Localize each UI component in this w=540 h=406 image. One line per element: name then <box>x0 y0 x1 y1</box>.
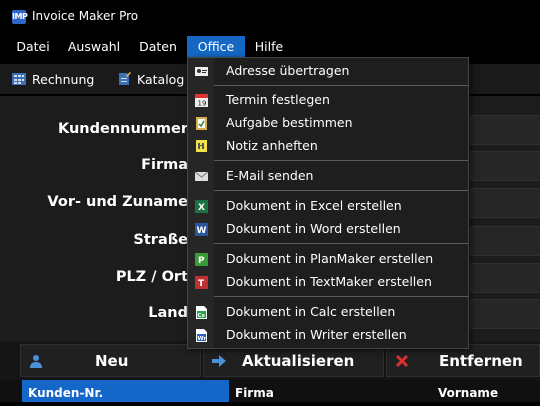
label-firma: Firma <box>141 157 188 173</box>
app-logo-icon: IMP <box>12 10 28 24</box>
office-menu-dropdown: Adresse übertragen 19 Termin festlegen A… <box>187 57 469 349</box>
column-firma[interactable]: Firma <box>229 380 432 402</box>
menu-item-textmaker[interactable]: T Dokument in TextMaker erstellen <box>188 271 468 293</box>
menu-auswahl[interactable]: Auswahl <box>62 36 126 58</box>
label-name: Vor- und Zuname <box>47 194 188 210</box>
invoice-icon <box>12 73 26 85</box>
menu-item-planmaker[interactable]: P Dokument in PlanMaker erstellen <box>188 248 468 270</box>
menu-item-label: Aufgabe bestimmen <box>226 115 353 130</box>
aktualisieren-label: Aktualisieren <box>242 352 355 370</box>
katalog-label: Katalog <box>137 71 185 87</box>
textmaker-icon: T <box>195 276 208 289</box>
calendar-icon: 19 <box>195 94 208 108</box>
envelope-icon <box>195 171 208 181</box>
menu-bar: Datei Auswahl Daten Office Hilfe <box>0 36 540 58</box>
menu-item-calc[interactable]: Cs Dokument in Calc erstellen <box>188 301 468 323</box>
delete-x-icon <box>396 355 408 367</box>
menu-item-label: Dokument in Writer erstellen <box>226 327 407 342</box>
katalog-button[interactable]: Katalog <box>117 68 184 90</box>
clipboard-icon <box>196 117 207 130</box>
menu-item-label: Dokument in PlanMaker erstellen <box>226 251 434 266</box>
customer-grid-header: Kunden-Nr. Firma Vorname <box>0 380 540 402</box>
svg-text:X: X <box>198 203 205 213</box>
menu-item-label: Dokument in TextMaker erstellen <box>226 274 432 289</box>
rechnung-label: Rechnung <box>32 71 95 87</box>
menu-item-aufgabe-bestimmen[interactable]: Aufgabe bestimmen <box>188 112 468 134</box>
kundennummer-input[interactable] <box>470 115 540 145</box>
label-plz-ort: PLZ / Ort <box>115 269 188 285</box>
menu-item-label: Dokument in Word erstellen <box>226 221 401 236</box>
menu-item-writer[interactable]: Wr Dokument in Writer erstellen <box>188 324 468 346</box>
svg-text:P: P <box>198 256 205 266</box>
svg-text:Cs: Cs <box>198 313 206 319</box>
strasse-input[interactable] <box>470 226 540 256</box>
menu-item-label: Dokument in Excel erstellen <box>226 198 402 213</box>
plz-ort-input[interactable] <box>470 263 540 293</box>
menu-separator <box>214 85 468 86</box>
menu-item-notiz-anheften[interactable]: Notiz anheften <box>188 135 468 157</box>
land-input[interactable] <box>470 299 540 329</box>
neu-button[interactable]: Neu <box>20 344 201 377</box>
menu-item-email-senden[interactable]: E-Mail senden <box>188 165 468 187</box>
rechnung-button[interactable]: Rechnung <box>12 68 94 90</box>
menu-daten[interactable]: Daten <box>132 36 184 58</box>
excel-icon: X <box>195 200 208 213</box>
firma-input[interactable] <box>470 151 540 181</box>
title-bar: IMP Invoice Maker Pro <box>0 0 540 34</box>
menu-hilfe[interactable]: Hilfe <box>249 36 289 58</box>
planmaker-icon: P <box>195 253 208 266</box>
user-icon <box>30 355 42 368</box>
menu-item-label: Notiz anheften <box>226 138 318 153</box>
neu-label: Neu <box>95 352 129 370</box>
menu-separator <box>214 160 468 161</box>
calc-icon: Cs <box>196 306 207 319</box>
menu-item-label: Termin festlegen <box>226 92 330 107</box>
svg-text:W: W <box>197 226 207 236</box>
arrow-right-icon <box>212 355 226 367</box>
catalog-icon <box>119 72 131 85</box>
label-strasse: Straße <box>133 232 188 248</box>
name-input[interactable] <box>470 188 540 218</box>
menu-separator <box>214 190 468 191</box>
menu-separator <box>214 243 468 244</box>
entfernen-label: Entfernen <box>439 352 523 370</box>
menu-item-excel[interactable]: X Dokument in Excel erstellen <box>188 195 468 217</box>
menu-item-adresse-uebertragen[interactable]: Adresse übertragen <box>188 60 468 82</box>
sticky-note-icon <box>196 140 207 152</box>
menu-separator <box>214 296 468 297</box>
menu-item-label: Adresse übertragen <box>226 63 350 78</box>
writer-icon: Wr <box>196 329 207 342</box>
window-title: Invoice Maker Pro <box>32 9 139 23</box>
column-kunden-nr[interactable]: Kunden-Nr. <box>22 380 229 402</box>
svg-text:19: 19 <box>198 100 207 108</box>
svg-text:T: T <box>198 279 205 289</box>
address-card-icon <box>195 67 208 76</box>
menu-item-label: Dokument in Calc erstellen <box>226 304 396 319</box>
menu-item-word[interactable]: W Dokument in Word erstellen <box>188 218 468 240</box>
label-kundennummer: Kundennummer <box>57 121 188 137</box>
word-icon: W <box>195 223 208 236</box>
menu-item-label: E-Mail senden <box>226 168 314 183</box>
menu-datei[interactable]: Datei <box>10 36 56 58</box>
menu-office[interactable]: Office <box>187 36 245 58</box>
label-land: Land <box>148 305 188 321</box>
column-vorname[interactable]: Vorname <box>432 380 540 402</box>
svg-text:Wr: Wr <box>198 336 207 342</box>
menu-item-termin-festlegen[interactable]: 19 Termin festlegen <box>188 89 468 111</box>
